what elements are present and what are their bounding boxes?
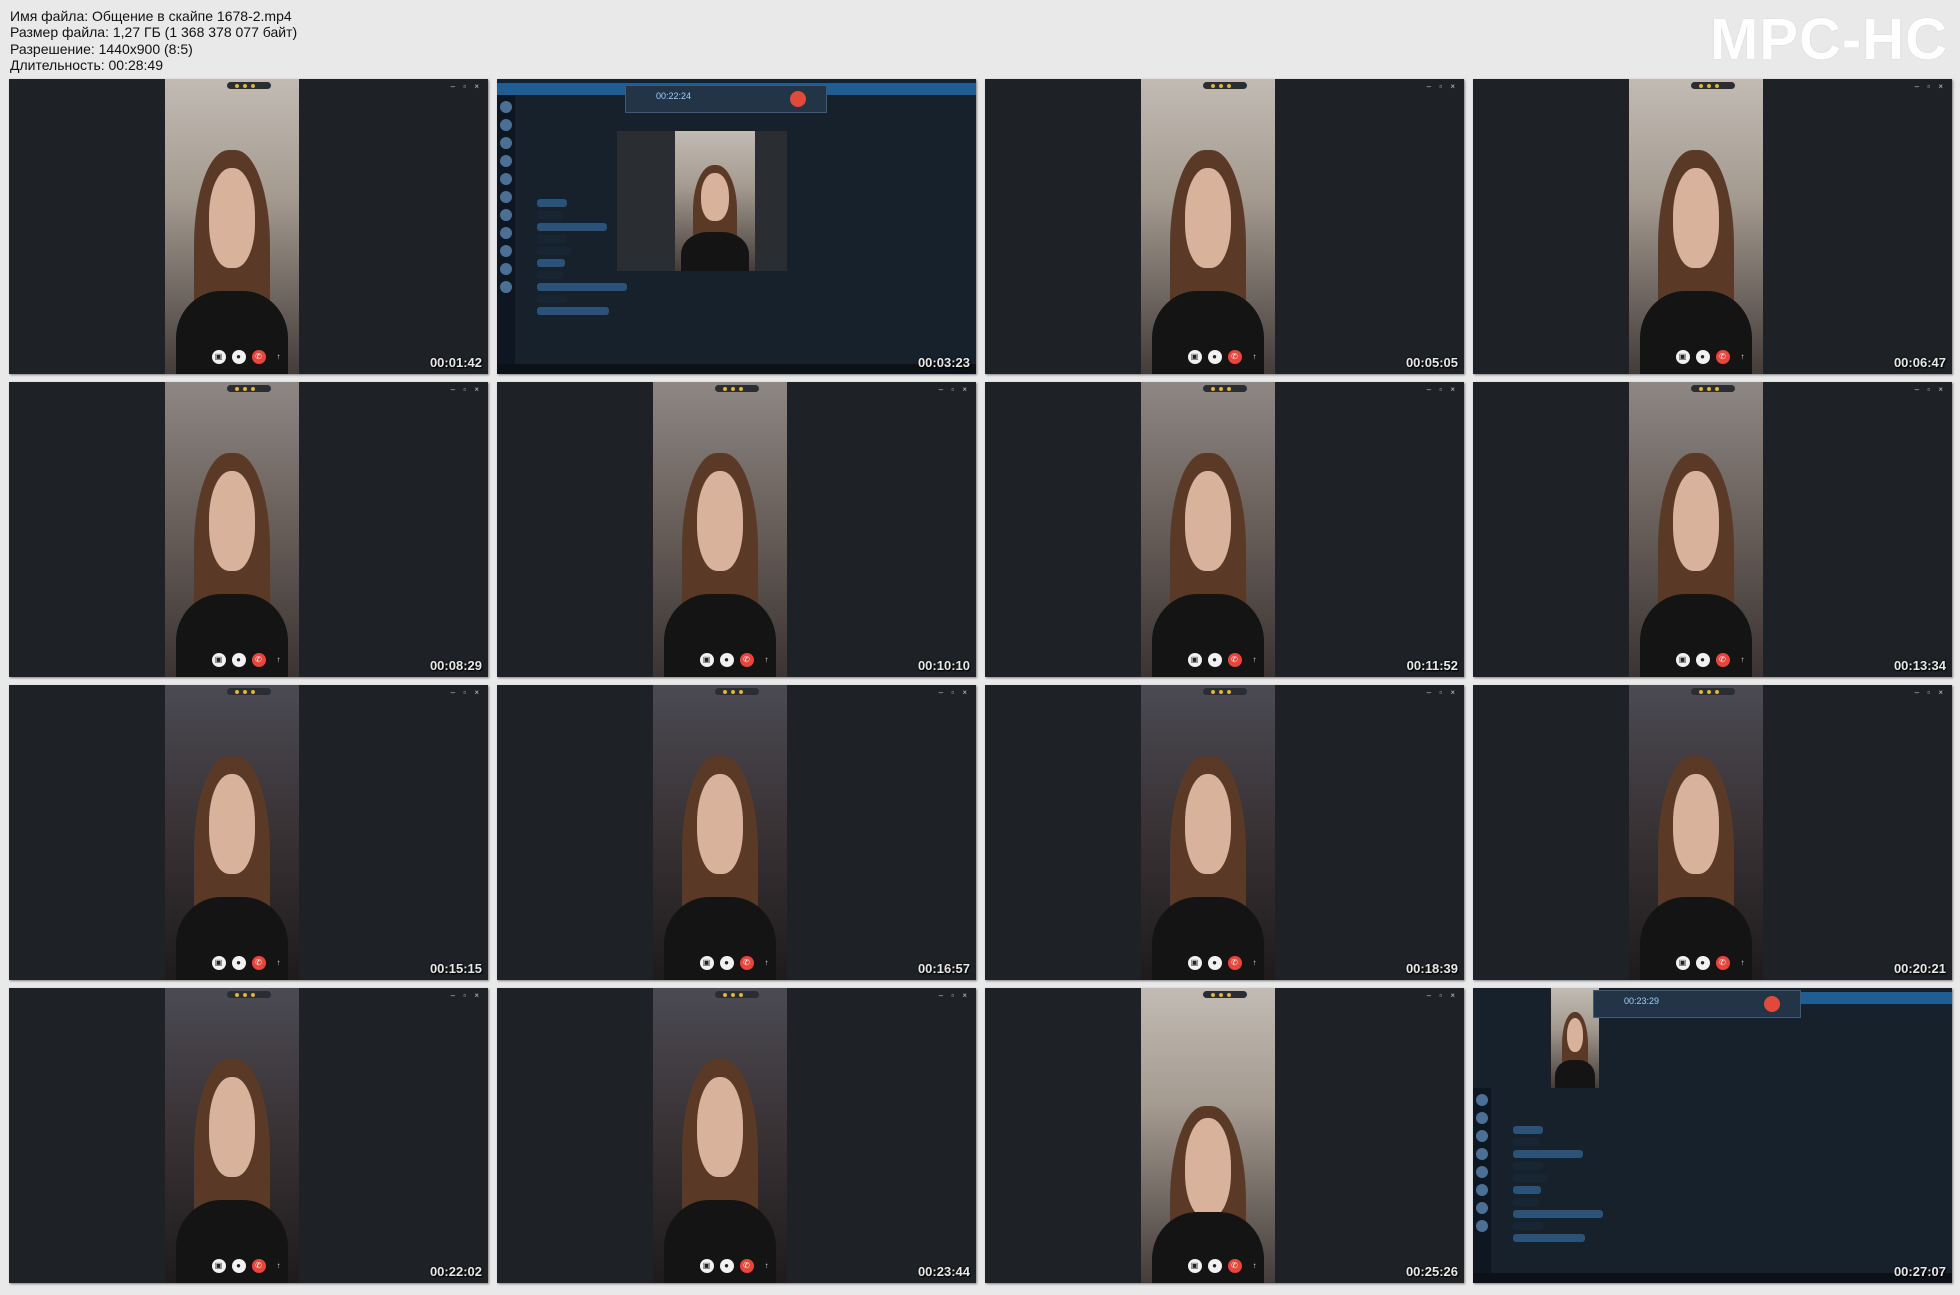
timestamp: 00:06:47 — [1893, 355, 1946, 370]
timestamp: 00:22:02 — [429, 1264, 482, 1279]
file-size: Размер файла: 1,27 ГБ (1 368 378 077 бай… — [10, 24, 298, 41]
record-time: 00:22:24 — [656, 91, 692, 101]
thumbnail-10[interactable]: – ▫ × ▣ ● ✆ ↑ 00:16:57 — [497, 685, 976, 980]
file-name: Имя файла: Общение в скайпе 1678-2.mp4 — [10, 8, 292, 24]
thumbnail-6[interactable]: – ▫ × ▣ ● ✆ ↑ 00:10:10 — [497, 382, 976, 677]
file-info: Имя файла: Общение в скайпе 1678-2.mp4 Р… — [10, 8, 297, 73]
timestamp: 00:15:15 — [429, 961, 482, 976]
thumbnail-1[interactable]: – ▫ × ▣ ● ✆ ↑ 00:01:42 — [9, 79, 488, 374]
timestamp: 00:05:05 — [1405, 355, 1458, 370]
timestamp: 00:11:52 — [1406, 658, 1458, 673]
timestamp: 00:27:07 — [1893, 1264, 1946, 1279]
timestamp: 00:20:21 — [1893, 961, 1946, 976]
timestamp: 00:16:57 — [917, 961, 970, 976]
skype-window: 00:23:29 — [1473, 988, 1952, 1283]
timestamp: 00:03:23 — [917, 355, 970, 370]
player-logo: MPC-HC — [1710, 7, 1948, 72]
timestamp: 00:23:44 — [917, 1264, 970, 1279]
record-time: 00:23:29 — [1624, 996, 1660, 1006]
duration: Длительность: 00:28:49 — [10, 56, 164, 73]
resolution: Разрешение: 1440x900 (8:5) — [10, 40, 193, 57]
thumbnail-15[interactable]: – ▫ × ▣ ● ✆ ↑ 00:25:26 — [985, 988, 1464, 1283]
thumbnail-3[interactable]: – ▫ × ▣ ● ✆ ↑ 00:05:05 — [985, 79, 1464, 374]
timestamp: 00:13:34 — [1893, 658, 1946, 673]
thumbnail-5[interactable]: – ▫ × ▣ ● ✆ ↑ 00:08:29 — [9, 382, 488, 677]
timestamp: 00:25:26 — [1405, 1264, 1458, 1279]
record-stop-button[interactable] — [1764, 996, 1780, 1012]
timestamp: 00:10:10 — [917, 658, 970, 673]
thumbnail-12[interactable]: – ▫ × ▣ ● ✆ ↑ 00:20:21 — [1473, 685, 1952, 980]
thumbnail-9[interactable]: – ▫ × ▣ ● ✆ ↑ 00:15:15 — [9, 685, 488, 980]
timestamp: 00:08:29 — [429, 658, 482, 673]
thumbnail-13[interactable]: – ▫ × ▣ ● ✆ ↑ 00:22:02 — [9, 988, 488, 1283]
thumbnail-4[interactable]: – ▫ × ▣ ● ✆ ↑ 00:06:47 — [1473, 79, 1952, 374]
thumbnail-16[interactable]: 00:23:29 00:27:07 — [1473, 988, 1952, 1283]
thumbnail-grid: – ▫ × ▣ ● ✆ ↑ 00:01:42 00:22:24 00:03:23… — [9, 79, 1952, 1286]
thumbnail-8[interactable]: – ▫ × ▣ ● ✆ ↑ 00:13:34 — [1473, 382, 1952, 677]
timestamp: 00:18:39 — [1405, 961, 1458, 976]
record-stop-button[interactable] — [790, 91, 806, 107]
thumbnail-14[interactable]: – ▫ × ▣ ● ✆ ↑ 00:23:44 — [497, 988, 976, 1283]
thumbnail-11[interactable]: – ▫ × ▣ ● ✆ ↑ 00:18:39 — [985, 685, 1464, 980]
thumbnail-2[interactable]: 00:22:24 00:03:23 — [497, 79, 976, 374]
timestamp: 00:01:42 — [429, 355, 482, 370]
thumbnail-7[interactable]: – ▫ × ▣ ● ✆ ↑ 00:11:52 — [985, 382, 1464, 677]
skype-window: 00:22:24 — [497, 79, 976, 374]
